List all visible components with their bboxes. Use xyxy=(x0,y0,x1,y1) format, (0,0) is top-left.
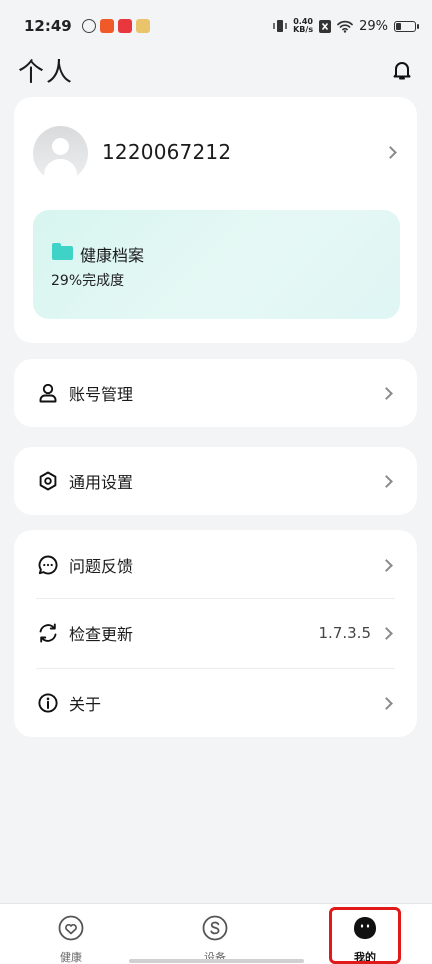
page-title: 个人 xyxy=(18,57,75,88)
chevron-right-icon xyxy=(380,474,393,488)
check-update-label: 检查更新 xyxy=(69,625,134,644)
refresh-icon xyxy=(39,623,57,643)
nav-tab-device[interactable]: 设备 xyxy=(185,910,245,964)
notification-app-icon xyxy=(99,19,114,33)
health-record-title: 健康档案 xyxy=(80,246,145,265)
avatar[interactable] xyxy=(33,126,88,181)
about-item[interactable]: 关于 xyxy=(14,669,417,737)
about-label: 关于 xyxy=(69,695,102,714)
wifi-icon xyxy=(337,20,353,33)
status-indicators: 0.40 KB/s 29% xyxy=(273,18,419,34)
profile-card: 1220067212 健康档案 29%完成度 xyxy=(14,97,417,343)
chevron-right-icon xyxy=(380,626,393,640)
feedback-label: 问题反馈 xyxy=(69,557,134,576)
notification-app-icon xyxy=(117,19,132,33)
net-speed-unit: KB/s xyxy=(293,25,314,34)
sim-blocked-icon xyxy=(319,19,332,33)
account-management-item[interactable]: 账号管理 xyxy=(14,359,417,427)
nav-label-health: 健康 xyxy=(60,951,82,964)
account-management-label: 账号管理 xyxy=(69,385,134,404)
general-settings-item[interactable]: 通用设置 xyxy=(14,447,417,515)
feedback-item[interactable]: 问题反馈 xyxy=(14,531,417,599)
bottom-navigation: 健康 设备 我的 xyxy=(0,903,432,964)
chevron-right-icon xyxy=(380,386,393,400)
support-card: 问题反馈 检查更新 1.7.3.5 关于 xyxy=(14,530,417,737)
check-update-item[interactable]: 检查更新 1.7.3.5 xyxy=(14,599,417,667)
health-record-panel[interactable]: 健康档案 29%完成度 xyxy=(33,210,400,319)
device-icon xyxy=(202,915,228,941)
user-icon xyxy=(39,383,57,403)
avatar-head xyxy=(52,138,69,155)
info-icon xyxy=(38,693,58,713)
selection-highlight xyxy=(329,907,401,964)
general-settings-label: 通用设置 xyxy=(69,473,134,492)
header: 个人 xyxy=(0,52,432,88)
chevron-right-icon xyxy=(380,558,393,572)
vibrate-icon xyxy=(273,20,287,32)
chat-bubble-icon xyxy=(38,555,58,575)
battery-fill xyxy=(396,22,401,30)
chevron-right-icon xyxy=(380,696,393,710)
notification-app-icon xyxy=(135,19,150,33)
settings-icon xyxy=(39,471,57,491)
folder-icon xyxy=(52,243,73,260)
health-record-progress: 29%完成度 xyxy=(51,273,125,289)
account-card: 账号管理 xyxy=(14,359,417,427)
app-version: 1.7.3.5 xyxy=(318,624,371,642)
chevron-right-icon[interactable] xyxy=(384,146,397,159)
battery-icon xyxy=(394,20,419,32)
network-speed: 0.40 KB/s xyxy=(293,18,313,34)
bell-icon[interactable] xyxy=(390,58,414,82)
avatar-body xyxy=(44,159,77,181)
user-id[interactable]: 1220067212 xyxy=(102,140,231,164)
notification-app-icon xyxy=(81,19,96,33)
home-indicator[interactable] xyxy=(129,959,304,963)
battery-percent: 29% xyxy=(359,18,388,34)
status-bar: 12:49 0.40 KB/s 29% xyxy=(0,0,432,52)
settings-card: 通用设置 xyxy=(14,447,417,515)
nav-tab-health[interactable]: 健康 xyxy=(41,910,101,964)
status-time: 12:49 xyxy=(24,17,72,35)
heart-icon xyxy=(58,915,84,941)
